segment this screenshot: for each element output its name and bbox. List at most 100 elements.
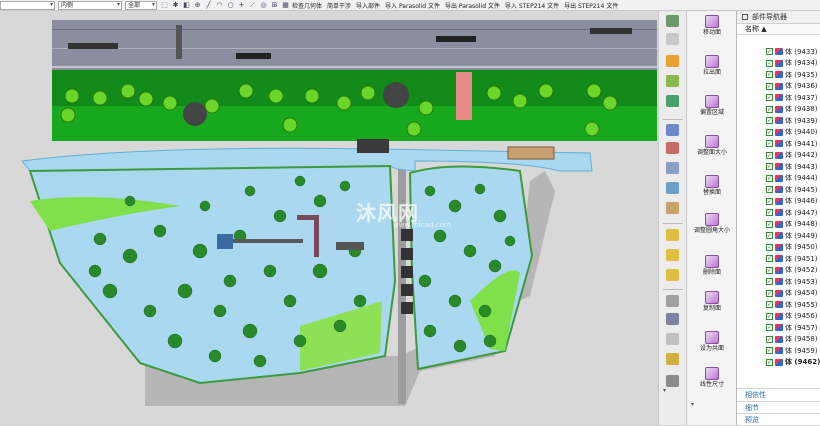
- select-box-icon[interactable]: ⬚: [160, 1, 169, 10]
- section-tool-icon[interactable]: [666, 313, 679, 325]
- name-column-header[interactable]: 名称 ▲: [737, 24, 820, 35]
- check-geometry-icon[interactable]: ▦: [281, 1, 290, 10]
- tree-row[interactable]: ✓ 体 (9434): [737, 58, 820, 70]
- display-tool-icon[interactable]: [666, 182, 679, 194]
- tree-row[interactable]: ✓ 体 (9462): [737, 357, 820, 369]
- tree-row[interactable]: ✓ 体 (9457): [737, 322, 820, 334]
- visibility-checkbox[interactable]: ✓: [766, 186, 773, 194]
- tree-row[interactable]: ✓ 体 (9447): [737, 207, 820, 219]
- make-coplanar-command[interactable]: 设为共面: [687, 331, 737, 352]
- line-icon[interactable]: ╱: [204, 1, 213, 10]
- tree-row[interactable]: ✓ 体 (9443): [737, 161, 820, 173]
- tree-row[interactable]: ✓ 体 (9448): [737, 219, 820, 231]
- circle-icon[interactable]: ○: [226, 1, 235, 10]
- tree-row[interactable]: ✓ 体 (9433): [737, 46, 820, 58]
- cube-icon[interactable]: ◧: [182, 1, 191, 10]
- tree-row[interactable]: ✓ 体 (9438): [737, 104, 820, 116]
- visibility-checkbox[interactable]: ✓: [766, 128, 773, 136]
- visibility-checkbox[interactable]: ✓: [766, 105, 773, 113]
- grid-icon[interactable]: ⊞: [270, 1, 279, 10]
- visibility-checkbox[interactable]: ✓: [766, 232, 773, 240]
- simple-interference-command[interactable]: 简单干涉: [327, 1, 351, 10]
- tree-row[interactable]: ✓ 体 (9445): [737, 184, 820, 196]
- visibility-checkbox[interactable]: ✓: [766, 220, 773, 228]
- import-parasolid-command[interactable]: 导入 Parasolid 文件: [385, 1, 440, 10]
- visibility-checkbox[interactable]: ✓: [766, 163, 773, 171]
- tree-row[interactable]: ✓ 体 (9440): [737, 127, 820, 139]
- settings-icon[interactable]: ✱: [171, 1, 180, 10]
- copy-face-command[interactable]: 复制面: [687, 291, 737, 312]
- visibility-checkbox[interactable]: ✓: [766, 335, 773, 343]
- component-tool-icon[interactable]: [666, 249, 679, 261]
- visibility-checkbox[interactable]: ✓: [766, 301, 773, 309]
- scope-select[interactable]: 内侧: [58, 0, 122, 10]
- visibility-checkbox[interactable]: ✓: [766, 71, 773, 79]
- visibility-checkbox[interactable]: ✓: [766, 243, 773, 251]
- visibility-checkbox[interactable]: ✓: [766, 266, 773, 274]
- visibility-checkbox[interactable]: ✓: [766, 140, 773, 148]
- details-panel[interactable]: 细节: [737, 401, 820, 413]
- resize-face-command[interactable]: 调整面大小: [687, 135, 737, 156]
- pencil-tool-icon[interactable]: [666, 353, 679, 365]
- tree-row[interactable]: ✓ 体 (9441): [737, 138, 820, 150]
- arc-icon[interactable]: ◠: [215, 1, 224, 10]
- resize-blend-command[interactable]: 调整圆角大小: [687, 213, 737, 234]
- tree-row[interactable]: ✓ 体 (9459): [737, 345, 820, 357]
- tree-row[interactable]: ✓ 体 (9437): [737, 92, 820, 104]
- export-step214-command[interactable]: 导出 STEP214 文件: [564, 1, 618, 10]
- snap-tool-icon[interactable]: [666, 375, 679, 387]
- replace-face-command[interactable]: 替换面: [687, 175, 737, 196]
- tree-row[interactable]: ✓ 体 (9435): [737, 69, 820, 81]
- visibility-checkbox[interactable]: ✓: [766, 117, 773, 125]
- layer-tool-icon[interactable]: [666, 95, 679, 107]
- chevron-down-icon[interactable]: ▾: [663, 387, 666, 394]
- visibility-checkbox[interactable]: ✓: [766, 358, 773, 366]
- table-tool-icon[interactable]: [666, 124, 679, 136]
- tree-row[interactable]: ✓ 体 (9449): [737, 230, 820, 242]
- move-tool-icon[interactable]: [666, 15, 679, 27]
- snap-point-icon[interactable]: ⊕: [193, 1, 202, 10]
- visibility-checkbox[interactable]: ✓: [766, 82, 773, 90]
- dependencies-panel[interactable]: 相依性: [737, 388, 820, 400]
- selection-select[interactable]: 全部: [125, 0, 157, 10]
- cylinder-tool-icon[interactable]: [666, 333, 679, 345]
- tree-row[interactable]: ✓ 体 (9439): [737, 115, 820, 127]
- visibility-checkbox[interactable]: ✓: [766, 197, 773, 205]
- tree-row[interactable]: ✓ 体 (9444): [737, 173, 820, 185]
- visibility-checkbox[interactable]: ✓: [766, 324, 773, 332]
- tree-row[interactable]: ✓ 体 (9442): [737, 150, 820, 162]
- visibility-checkbox[interactable]: ✓: [766, 255, 773, 263]
- offset-region-command[interactable]: 偏置区域: [687, 95, 737, 116]
- navigator-pin-icon[interactable]: [742, 14, 748, 20]
- measure-tool-icon[interactable]: [666, 295, 679, 307]
- snap-end-icon[interactable]: ◎: [259, 1, 268, 10]
- tree-row[interactable]: ✓ 体 (9451): [737, 253, 820, 265]
- visibility-checkbox[interactable]: ✓: [766, 151, 773, 159]
- tree-row[interactable]: ✓ 体 (9452): [737, 265, 820, 277]
- graphics-canvas[interactable]: 沐风网 www.mfcad.com: [0, 11, 658, 425]
- tree-row[interactable]: ✓ 体 (9454): [737, 288, 820, 300]
- visibility-checkbox[interactable]: ✓: [766, 289, 773, 297]
- visibility-checkbox[interactable]: ✓: [766, 278, 773, 286]
- check-geometry-command[interactable]: 检查几何体: [292, 1, 322, 10]
- plus-icon[interactable]: +: [237, 1, 246, 10]
- preview-panel[interactable]: 预览: [737, 413, 820, 425]
- export-parasolid-command[interactable]: 导出 Parasolid 文件: [445, 1, 500, 10]
- surface-tool-icon[interactable]: [666, 75, 679, 87]
- tree-row[interactable]: ✓ 体 (9458): [737, 334, 820, 346]
- view-tool-icon[interactable]: [666, 162, 679, 174]
- import-step214-command[interactable]: 导入 STEP214 文件: [505, 1, 559, 10]
- tree-row[interactable]: ✓ 体 (9450): [737, 242, 820, 254]
- tree-row[interactable]: ✓ 体 (9453): [737, 276, 820, 288]
- shape-tool-icon[interactable]: [666, 55, 679, 67]
- visibility-checkbox[interactable]: ✓: [766, 59, 773, 67]
- draw-tool-icon[interactable]: [666, 142, 679, 154]
- filter-select[interactable]: [0, 0, 55, 10]
- visibility-checkbox[interactable]: ✓: [766, 347, 773, 355]
- grid-tool-icon[interactable]: [666, 33, 679, 45]
- tree-row[interactable]: ✓ 体 (9455): [737, 299, 820, 311]
- ruler-icon[interactable]: ⟋: [248, 1, 257, 10]
- tree-row[interactable]: ✓ 体 (9456): [737, 311, 820, 323]
- delete-face-command[interactable]: 删除面: [687, 255, 737, 276]
- chevron-down-icon[interactable]: ▾: [691, 401, 694, 408]
